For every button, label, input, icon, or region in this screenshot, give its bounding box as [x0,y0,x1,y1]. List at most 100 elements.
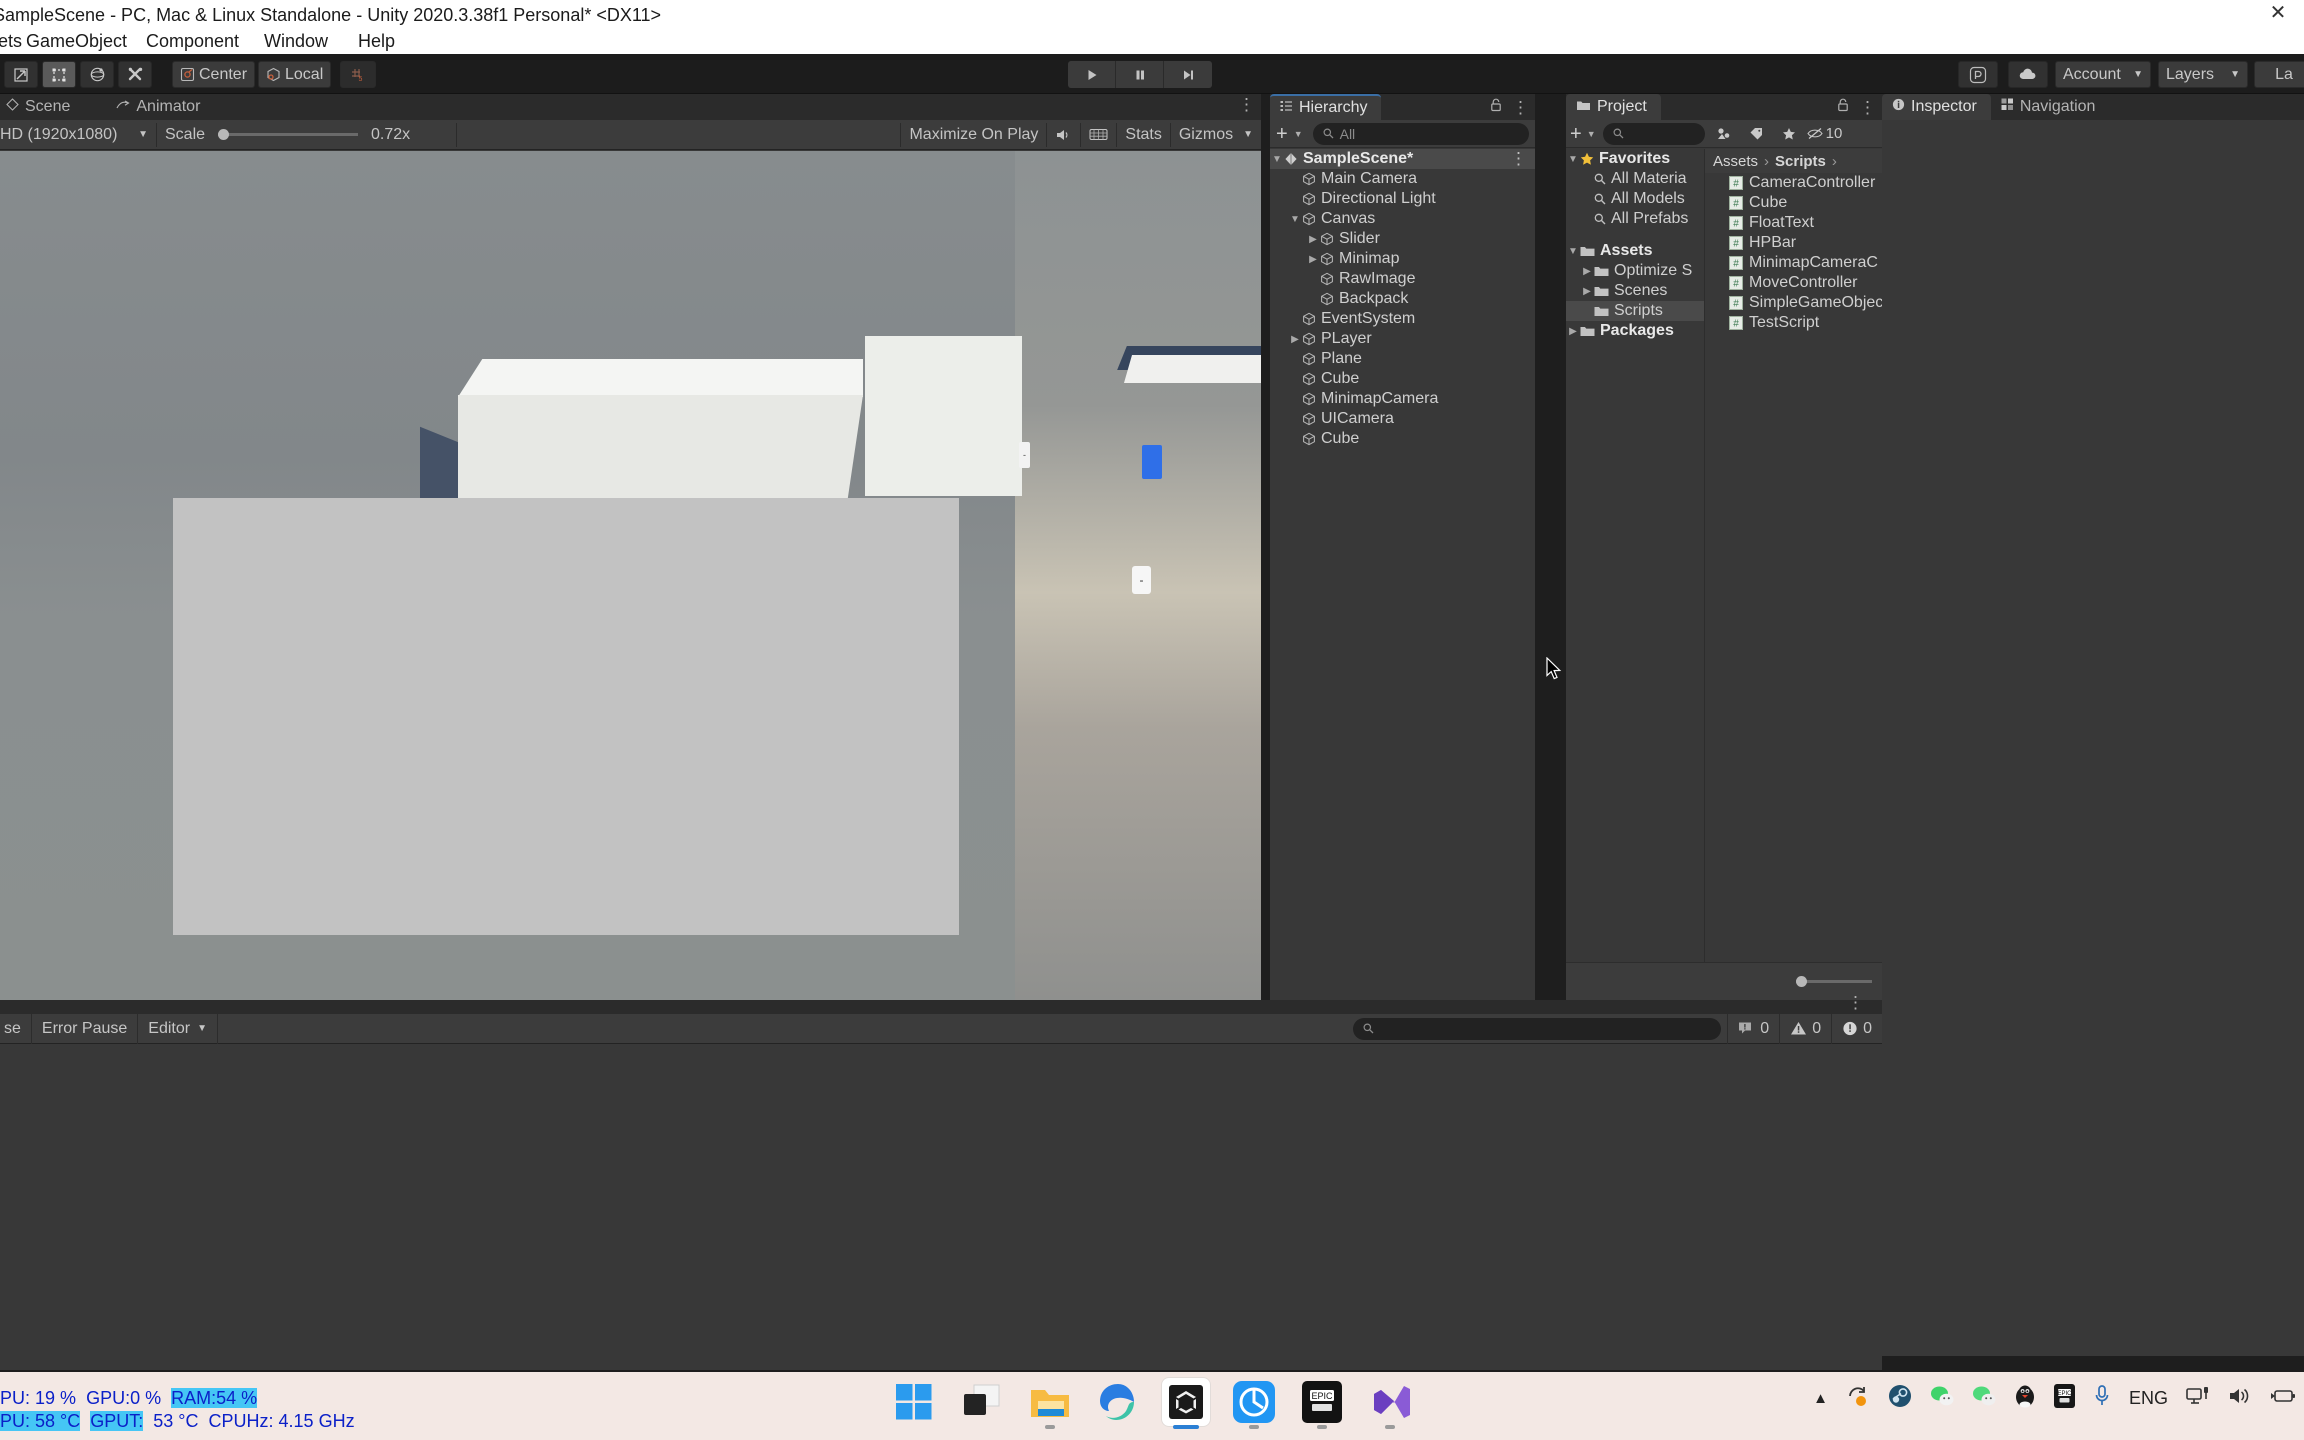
hierarchy-item-plane[interactable]: Plane [1270,349,1535,369]
tab-scene[interactable]: Scene [0,94,84,120]
hierarchy-item-cube[interactable]: Cube [1270,369,1535,389]
hierarchy-item-cube[interactable]: Cube [1270,429,1535,449]
project-zoom-handle[interactable] [1796,976,1807,987]
hierarchy-item-minimap[interactable]: ▶ Minimap [1270,249,1535,269]
account-dropdown[interactable]: Account ▼ [2055,61,2151,88]
lock-icon[interactable] [1490,98,1502,117]
rotate-tool-button[interactable] [80,61,114,88]
tab-hierarchy[interactable]: Hierarchy [1270,94,1382,120]
network-icon[interactable] [2186,1385,2210,1412]
collab-button[interactable] [1958,61,1998,88]
layout-dropdown[interactable]: La [2254,61,2304,88]
hierarchy-item-menu-icon[interactable]: ⋮ [1510,150,1527,167]
hierarchy-item-uicamera[interactable]: UICamera [1270,409,1535,429]
project-tree-item-packages[interactable]: ▶ Packages [1566,321,1704,341]
menu-item-gameobject[interactable]: GameObject [20,29,133,54]
chevron-right-icon[interactable]: ▶ [1566,326,1580,337]
menu-item-component[interactable]: Component [140,29,245,54]
epic-games-icon[interactable]: EPIC [1298,1378,1346,1429]
chevron-down-icon[interactable]: ▼ [1294,129,1303,139]
console-search-input[interactable] [1353,1017,1722,1040]
scale-slider[interactable] [218,129,359,140]
project-folder-tree[interactable]: ▼ Favorites All Materia All Models All Prefa… [1566,149,1704,962]
aspect-ratio-dropdown[interactable]: HD (1920x1080) ▼ [0,122,157,147]
hierarchy-item-slider[interactable]: ▶ Slider [1270,229,1535,249]
console-menu-icon[interactable]: ⋮ [1847,994,1864,1011]
chevron-up-icon[interactable]: ▲ [1813,1390,1828,1407]
lock-icon[interactable] [1837,98,1849,117]
handle-rotation-button[interactable]: Local [258,61,332,88]
project-tree-item-all-models[interactable]: All Models [1566,189,1704,209]
gizmos-dropdown[interactable]: Gizmos ▼ [1170,122,1261,147]
chevron-right-icon[interactable]: ▶ [1306,254,1320,265]
hierarchy-tree[interactable]: ▼ SampleScene* ⋮ Main Camera Directional Lig… [1270,149,1535,1000]
project-file-floattext[interactable]: # FloatText [1705,213,1882,233]
language-indicator[interactable]: ENG [2129,1388,2168,1409]
filter-by-label-icon[interactable] [1743,127,1771,140]
hierarchy-item-canvas[interactable]: ▼ Canvas [1270,209,1535,229]
warning-count-chip[interactable]: 0 [1779,1013,1831,1044]
hand-tool-button[interactable] [4,61,38,88]
qq-icon[interactable] [2014,1384,2036,1413]
project-file-minimapcamerac[interactable]: # MinimapCameraC [1705,253,1882,273]
stats-label-button[interactable]: Stats [1117,122,1171,147]
tab-animator[interactable]: Animator [106,94,214,120]
maximize-on-play-toggle[interactable]: Maximize On Play [900,122,1048,147]
cloud-button[interactable] [2008,61,2048,88]
project-file-hpbar[interactable]: # HPBar [1705,233,1882,253]
game-viewport[interactable]: - - [0,151,1261,1000]
rect-tool-button[interactable] [42,61,76,88]
project-tree-item-all-materia[interactable]: All Materia [1566,169,1704,189]
unity-icon[interactable] [1162,1378,1210,1429]
update-icon[interactable] [1846,1384,1870,1413]
breadcrumb-item-scripts[interactable]: Scripts [1775,153,1826,170]
file-explorer-icon[interactable] [1026,1378,1074,1429]
chevron-down-icon[interactable]: ▼ [1566,154,1580,165]
project-tree-item-scenes[interactable]: ▶ Scenes [1566,281,1704,301]
hierarchy-menu-icon[interactable]: ⋮ [1512,99,1529,116]
project-tree-item-scripts[interactable]: Scripts [1566,301,1704,321]
task-view-icon[interactable] [958,1378,1006,1426]
steam-icon[interactable] [1888,1384,1912,1413]
tab-navigation[interactable]: Navigation [1991,94,2110,120]
window-close-button[interactable]: ✕ [2258,2,2298,26]
stats-button[interactable] [1081,122,1118,147]
custom-tool-button[interactable] [118,61,152,88]
chevron-right-icon[interactable]: ▶ [1580,286,1594,297]
edge-icon[interactable] [1094,1378,1142,1426]
breadcrumb[interactable]: Assets › Scripts › [1705,149,1882,173]
wechat-icon[interactable] [1930,1385,1954,1412]
project-file-testscript[interactable]: # TestScript [1705,313,1882,333]
scale-slider-handle[interactable] [218,129,230,140]
tab-inspector[interactable]: Inspector [1882,94,1991,120]
project-tree-item-all-prefabs[interactable]: All Prefabs [1566,209,1704,229]
project-file-cameracontroller[interactable]: # CameraController [1705,173,1882,193]
epic-icon[interactable]: EPIC [2053,1384,2075,1413]
pivot-mode-button[interactable]: Center [172,61,256,88]
project-create-button[interactable]: + [1570,124,1582,144]
hierarchy-item-directional-light[interactable]: Directional Light [1270,189,1535,209]
game-view-menu-icon[interactable]: ⋮ [1238,96,1255,113]
project-tree-item-assets[interactable]: ▼ Assets [1566,241,1704,261]
battery-icon[interactable] [2270,1387,2296,1410]
pause-button[interactable] [1116,61,1164,88]
console-log-area[interactable] [0,1044,1882,1370]
volume-icon[interactable] [2228,1386,2252,1411]
create-button[interactable]: + [1276,124,1288,144]
layers-dropdown[interactable]: Layers ▼ [2158,61,2248,88]
chevron-right-icon[interactable]: ▶ [1288,334,1302,345]
hierarchy-item-main-camera[interactable]: Main Camera [1270,169,1535,189]
project-file-movecontroller[interactable]: # MoveController [1705,273,1882,293]
editor-dropdown[interactable]: Editor ▼ [138,1013,218,1044]
project-tree-item-optimize-s[interactable]: ▶ Optimize S [1566,261,1704,281]
project-file-list[interactable]: # CameraController # Cube # FloatText # HPBar # M… [1705,173,1882,962]
chevron-right-icon[interactable]: ▶ [1306,234,1320,245]
unity-hub-icon[interactable] [1230,1378,1278,1429]
chevron-down-icon[interactable]: ▼ [1587,129,1596,139]
hierarchy-item-minimapcamera[interactable]: MinimapCamera [1270,389,1535,409]
hierarchy-item-eventsystem[interactable]: EventSystem [1270,309,1535,329]
chevron-down-icon[interactable]: ▼ [1566,246,1580,257]
visual-studio-icon[interactable] [1366,1378,1414,1429]
hierarchy-item-player[interactable]: ▶ PLayer [1270,329,1535,349]
grid-snapping-button[interactable]: 5 [340,61,376,88]
